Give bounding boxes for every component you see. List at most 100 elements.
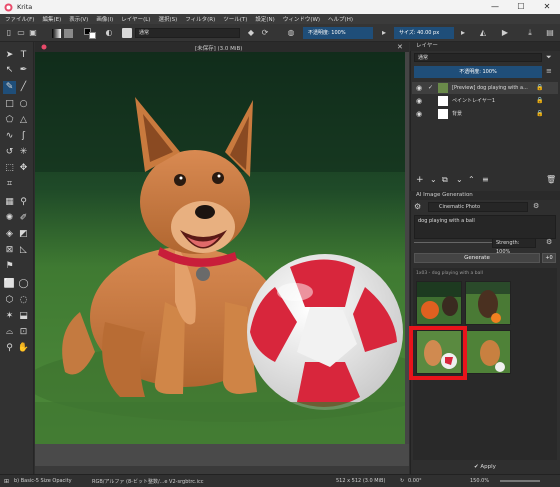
layer-dropdown-icon[interactable]: ⌄ [430,175,437,184]
layer-filter-icon[interactable]: ⏷ [546,53,552,62]
delete-layer-icon[interactable]: 🗑 [546,175,556,184]
elliptical-selection-tool-icon[interactable]: ◯ [17,278,30,291]
menu-edit[interactable]: 編集(E) [42,15,61,23]
opacity-arrow-icon[interactable]: ▸ [379,28,389,38]
color-picker-tool-icon[interactable]: ⚲ [17,196,30,209]
mirror-horizontal-icon[interactable]: ◭ [478,28,488,38]
apply-button[interactable]: ✔ Apply [413,461,557,473]
layer-row-preview[interactable]: ◉ ✓ [Preview] dog playing with a... 🔒 [412,82,558,94]
open-document-icon[interactable]: ▭ [16,28,26,38]
duplicate-layer-icon[interactable]: ⧉ [442,175,448,185]
visibility-eye-icon[interactable]: ◉ [416,108,422,120]
layer-properties-icon[interactable]: ≡ [482,175,489,184]
calligraphy-tool-icon[interactable]: ✒ [17,64,30,77]
edit-shapes-tool-icon[interactable]: ↖ [3,64,16,77]
dynamic-brush-tool-icon[interactable]: ↺ [3,146,16,159]
brush-preset-icon[interactable]: ◐ [104,28,114,38]
lock-icon[interactable]: 🔒 [536,95,543,107]
rectangular-selection-tool-icon[interactable]: ⬜ [3,278,16,291]
magnetic-selection-tool-icon[interactable]: ⊡ [17,326,30,339]
minimize-button[interactable]: — [482,0,508,14]
bezier-tool-icon[interactable]: ∿ [3,130,16,143]
colorize-mask-tool-icon[interactable]: ✐ [17,212,30,225]
move-tool-icon[interactable]: ✥ [17,162,30,175]
rotation-icon[interactable]: ↻ [400,478,404,484]
layer-menu-icon[interactable]: ≡ [546,67,552,75]
style-settings-icon[interactable]: ⚙ [533,202,539,210]
assistant-tool-icon[interactable]: ⊠ [3,244,16,257]
canvas-vertical-scrollbar[interactable] [405,52,409,444]
canvas-image[interactable] [35,52,405,444]
select-shapes-tool-icon[interactable]: ➤ [3,49,16,62]
alpha-lock-icon[interactable]: ◍ [286,28,296,38]
opacity-slider[interactable]: 不透明度: 100% [303,27,373,39]
size-slider[interactable]: サイズ: 40.00 px [394,27,454,39]
transform-tool-icon[interactable]: ⬚ [3,162,16,175]
menu-layer[interactable]: レイヤー(L) [121,15,150,23]
bezier-selection-tool-icon[interactable]: ⌓ [3,326,16,339]
measure-tool-icon[interactable]: ◺ [17,244,30,257]
text-tool-icon[interactable]: T [17,49,30,62]
document-tab[interactable]: [未保存] (3.0 MiB) ✕ [35,42,409,52]
lock-icon[interactable]: 🔒 [536,82,543,94]
pin-icon[interactable]: ⤓ [525,28,535,38]
reference-images-tool-icon[interactable]: ⚑ [3,260,16,273]
menu-view[interactable]: 表示(V) [69,15,88,23]
zoom-tool-icon[interactable]: ⚲ [3,342,16,355]
strength-spinbox[interactable]: Strength: 100% [492,238,536,255]
workspace-icon[interactable]: ▤ [545,28,555,38]
layer-row-background[interactable]: ◉ 背景 🔒 [412,108,558,120]
similar-selection-tool-icon[interactable]: ⬓ [17,310,30,323]
prompt-textarea[interactable]: dog playing with a ball [414,215,556,239]
polyline-tool-icon[interactable]: △ [17,114,30,127]
gradient-tool-icon[interactable]: ▦ [3,196,16,209]
line-tool-icon[interactable]: ╱ [17,81,30,94]
menu-image[interactable]: 画像(I) [96,15,113,23]
zoom-slider[interactable] [500,480,540,482]
menu-file[interactable]: ファイル(F) [5,15,34,23]
strength-track[interactable] [414,242,492,243]
layer-opacity-slider[interactable]: 不透明度: 100% [414,66,542,78]
freehand-path-tool-icon[interactable]: ʃ [17,130,30,143]
brush-preset-thumb[interactable] [122,28,132,38]
polygon-tool-icon[interactable]: ⬠ [3,114,16,127]
save-document-icon[interactable]: ▣ [28,28,38,38]
add-layer-icon[interactable]: + [416,175,424,185]
polygonal-selection-tool-icon[interactable]: ⬡ [3,294,16,307]
blend-mode-select[interactable]: 通常 [135,28,240,38]
document-close-icon[interactable]: ✕ [397,43,403,51]
maximize-button[interactable]: ☐ [508,0,534,14]
pan-tool-icon[interactable]: ✋ [17,342,30,355]
visibility-eye-icon[interactable]: ◉ [416,82,422,94]
smart-patch-tool-icon[interactable]: ✺ [3,212,16,225]
generated-thumb-1[interactable] [416,281,462,325]
multibrush-tool-icon[interactable]: ✳ [17,146,30,159]
generated-thumb-2[interactable] [465,281,511,325]
rotation-status[interactable]: 0.00° [408,478,422,484]
freehand-brush-tool-icon[interactable]: ✎ [3,81,16,94]
menu-tools[interactable]: ツール(T) [223,15,247,23]
visibility-eye-icon[interactable]: ◉ [416,95,422,107]
menu-filter[interactable]: フィルタ(R) [185,15,215,23]
enclose-fill-tool-icon[interactable]: ◩ [17,228,30,241]
menu-window[interactable]: ウィンドウ(W) [283,15,320,23]
close-button[interactable]: ✕ [534,0,560,14]
size-arrow-icon[interactable]: ▸ [458,28,468,38]
gradient-swatch[interactable] [52,29,61,38]
move-layer-up-icon[interactable]: ⌃ [468,175,475,184]
generate-button[interactable]: Generate [414,253,540,263]
ai-server-icon[interactable]: ⚙ [414,202,424,212]
zoom-status[interactable]: 150.0% [470,478,489,484]
layer-blend-mode-select[interactable]: 通常 [414,53,542,62]
strength-settings-icon[interactable]: ⚙ [546,238,552,246]
wrap-around-icon[interactable]: ▶ [500,28,510,38]
crop-tool-icon[interactable]: ⌗ [3,178,16,191]
canvas-horizontal-scrollbar[interactable] [35,444,409,466]
ellipse-tool-icon[interactable]: ○ [17,98,30,111]
generated-thumb-4[interactable] [465,330,511,374]
reload-preset-icon[interactable]: ⟳ [260,28,270,38]
batch-count-button[interactable]: +0 [542,253,556,263]
menu-select[interactable]: 選択(S) [158,15,177,23]
style-select[interactable]: Cinematic Photo [428,202,528,212]
menu-settings[interactable]: 設定(N) [255,15,274,23]
